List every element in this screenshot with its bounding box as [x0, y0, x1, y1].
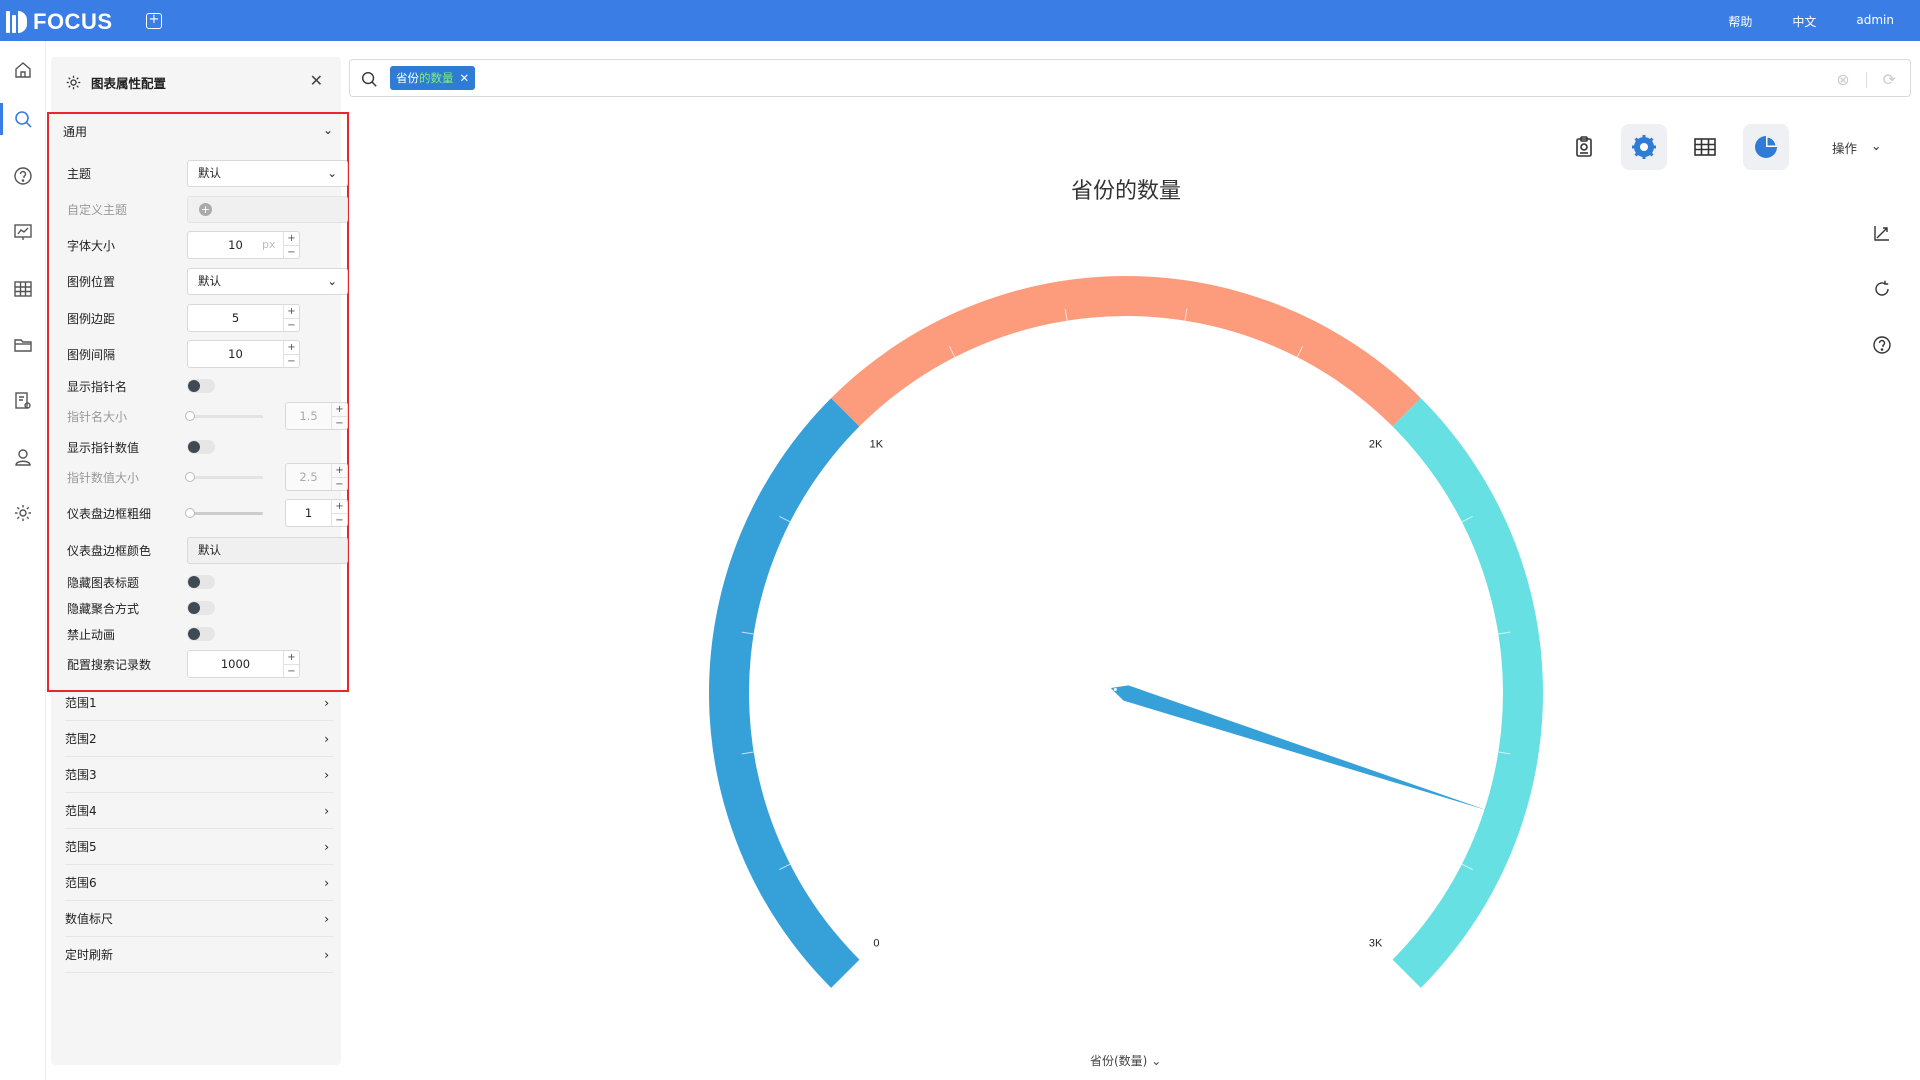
gauge-pointer-pivot	[1113, 688, 1117, 692]
chevron-down-icon: ⌄	[1151, 1054, 1162, 1068]
gauge-band-3	[1392, 398, 1543, 988]
gauge-tick-label: 3K	[1369, 938, 1383, 950]
gauge-band-2	[831, 276, 1421, 427]
gauge-band-1	[709, 398, 860, 988]
gauge-pointer	[1110, 685, 1488, 811]
gauge-chart: 0 1K 2K 3K	[709, 276, 1543, 988]
axis-selector[interactable]: 省份(数量) ⌄	[1090, 1052, 1161, 1069]
gauge-tick-label: 2K	[1369, 438, 1383, 450]
gauge-tick-label: 1K	[870, 438, 884, 450]
gauge-tick-label: 0	[873, 938, 879, 950]
